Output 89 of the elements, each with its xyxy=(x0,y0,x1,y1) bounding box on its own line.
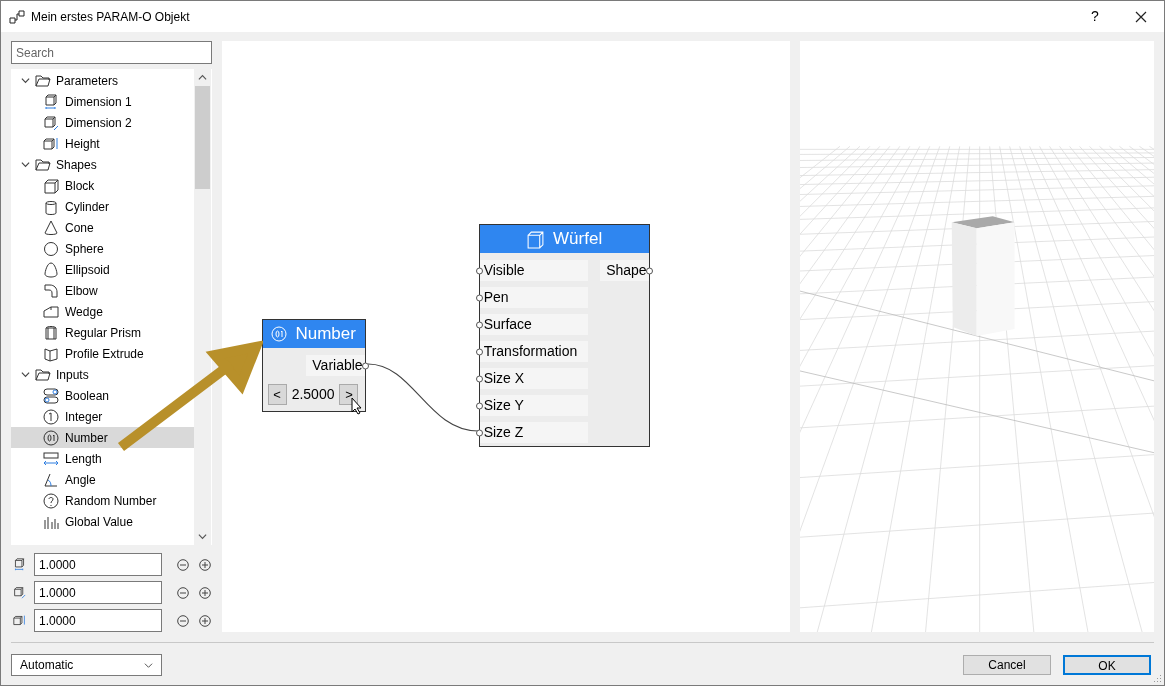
input-port-label: Pen xyxy=(479,287,588,308)
cone-icon xyxy=(43,219,59,236)
cube-icon xyxy=(526,229,546,249)
scrollbar-thumb[interactable] xyxy=(195,86,210,189)
cube-arrow-icon xyxy=(13,614,26,627)
node-card[interactable]: Number Variable < 2.5000 > xyxy=(261,319,366,412)
dimension-field[interactable]: 1.0000 xyxy=(34,553,162,576)
search-field[interactable]: Search xyxy=(11,41,212,64)
angle-icon xyxy=(43,471,59,488)
tree-item[interactable]: Dimension 1 xyxy=(43,91,134,112)
tree-item[interactable]: Height xyxy=(43,133,102,154)
input-port-label: Surface xyxy=(479,314,588,335)
toggle-icon xyxy=(43,387,59,404)
dimension-field[interactable]: 1.0000 xyxy=(34,609,162,632)
cube-arrow-icon xyxy=(43,114,59,131)
dialog-button[interactable]: Cancel xyxy=(963,655,1051,675)
decrement-button[interactable]: < xyxy=(267,384,287,405)
tree-item[interactable]: Integer xyxy=(43,406,105,427)
chevron-icon[interactable] xyxy=(21,160,30,169)
cursor-icon xyxy=(350,397,363,415)
tree-item[interactable]: Dimension 2 xyxy=(43,112,134,133)
sphere-icon xyxy=(43,240,59,257)
tree-item[interactable]: Number xyxy=(11,427,194,448)
cube-arrow-icon xyxy=(43,93,59,110)
chevron-icon[interactable] xyxy=(21,76,30,85)
output-port-label: Variable xyxy=(306,355,365,376)
close-icon xyxy=(1135,10,1147,23)
tree-item[interactable]: Sphere xyxy=(43,238,106,259)
tree-item[interactable]: Cone xyxy=(43,217,96,238)
node-title: Number xyxy=(295,323,356,346)
plus-icon[interactable] xyxy=(199,558,211,571)
number-value: 2.5000 xyxy=(291,385,335,404)
cube-icon xyxy=(43,177,59,194)
input-port-label: Visible xyxy=(479,260,588,281)
input-port-label: Size Z xyxy=(479,422,588,443)
tree-group[interactable]: Inputs xyxy=(21,364,91,385)
folder-icon xyxy=(35,72,51,89)
help-button[interactable]: ? xyxy=(1072,1,1118,32)
minus-icon[interactable] xyxy=(177,586,189,599)
tree-item[interactable]: Regular Prism xyxy=(43,322,144,343)
tree-group[interactable]: Parameters xyxy=(21,70,121,91)
plus-icon[interactable] xyxy=(199,614,211,627)
input-port-label: Size X xyxy=(479,368,588,389)
number-icon xyxy=(271,326,288,342)
chevron-icon xyxy=(144,660,153,670)
prism-icon xyxy=(43,324,59,341)
number-one-icon xyxy=(43,408,59,425)
tree-item[interactable]: Wedge xyxy=(43,301,105,322)
tree-item[interactable]: Profile Extrude xyxy=(43,343,146,364)
minus-icon[interactable] xyxy=(177,614,189,627)
egg-icon xyxy=(43,261,59,278)
tree-item[interactable]: Length xyxy=(43,448,104,469)
input-port-label: Size Y xyxy=(479,395,588,416)
number-icon xyxy=(43,429,59,446)
tree-item[interactable]: Global Value xyxy=(43,511,135,532)
length-icon xyxy=(43,450,59,467)
chevron-icon[interactable] xyxy=(21,370,30,379)
output-port-label: Shape xyxy=(600,260,649,281)
tree-item[interactable]: Cylinder xyxy=(43,196,111,217)
minus-icon[interactable] xyxy=(177,558,189,571)
node-canvas[interactable]: Number Variable < 2.5000 > Würfel Visible Pen Surface Transformation Size X Size Y Size Z Shape xyxy=(221,41,790,632)
tree-item[interactable]: Block xyxy=(43,175,97,196)
tree-item[interactable]: Ellipsoid xyxy=(43,259,112,280)
tree-group[interactable]: Shapes xyxy=(21,154,99,175)
scroll-up-icon[interactable] xyxy=(198,73,207,82)
question-icon xyxy=(43,492,59,509)
folder-icon xyxy=(35,156,51,173)
scroll-down-icon[interactable] xyxy=(198,532,207,541)
plus-icon[interactable] xyxy=(199,586,211,599)
node-title: Würfel xyxy=(553,228,603,251)
dialog-button[interactable]: OK xyxy=(1063,655,1151,675)
resize-grip-icon[interactable] xyxy=(1153,674,1162,683)
tree-item[interactable]: Elbow xyxy=(43,280,100,301)
cube-arrow-icon xyxy=(13,558,26,571)
tree-item[interactable]: Boolean xyxy=(43,385,112,406)
tree-item[interactable]: Angle xyxy=(43,469,98,490)
folder-icon xyxy=(35,366,51,383)
tree-item[interactable]: Random Number xyxy=(43,490,159,511)
dimension-field[interactable]: 1.0000 xyxy=(34,581,162,604)
cylinder-icon xyxy=(43,198,59,215)
mode-dropdown[interactable]: Automatic xyxy=(11,654,162,676)
app-icon xyxy=(9,8,25,25)
pipe-icon xyxy=(43,282,59,299)
cube-arrow-icon xyxy=(43,135,59,152)
window-title: Mein erstes PARAM-O Objekt xyxy=(31,8,190,26)
cube-arrow-icon xyxy=(13,586,26,599)
wedge-icon xyxy=(43,303,59,320)
node-card[interactable]: Würfel Visible Pen Surface Transformation Size X Size Y Size Z Shape xyxy=(478,224,650,447)
input-port-label: Transformation xyxy=(479,341,588,362)
